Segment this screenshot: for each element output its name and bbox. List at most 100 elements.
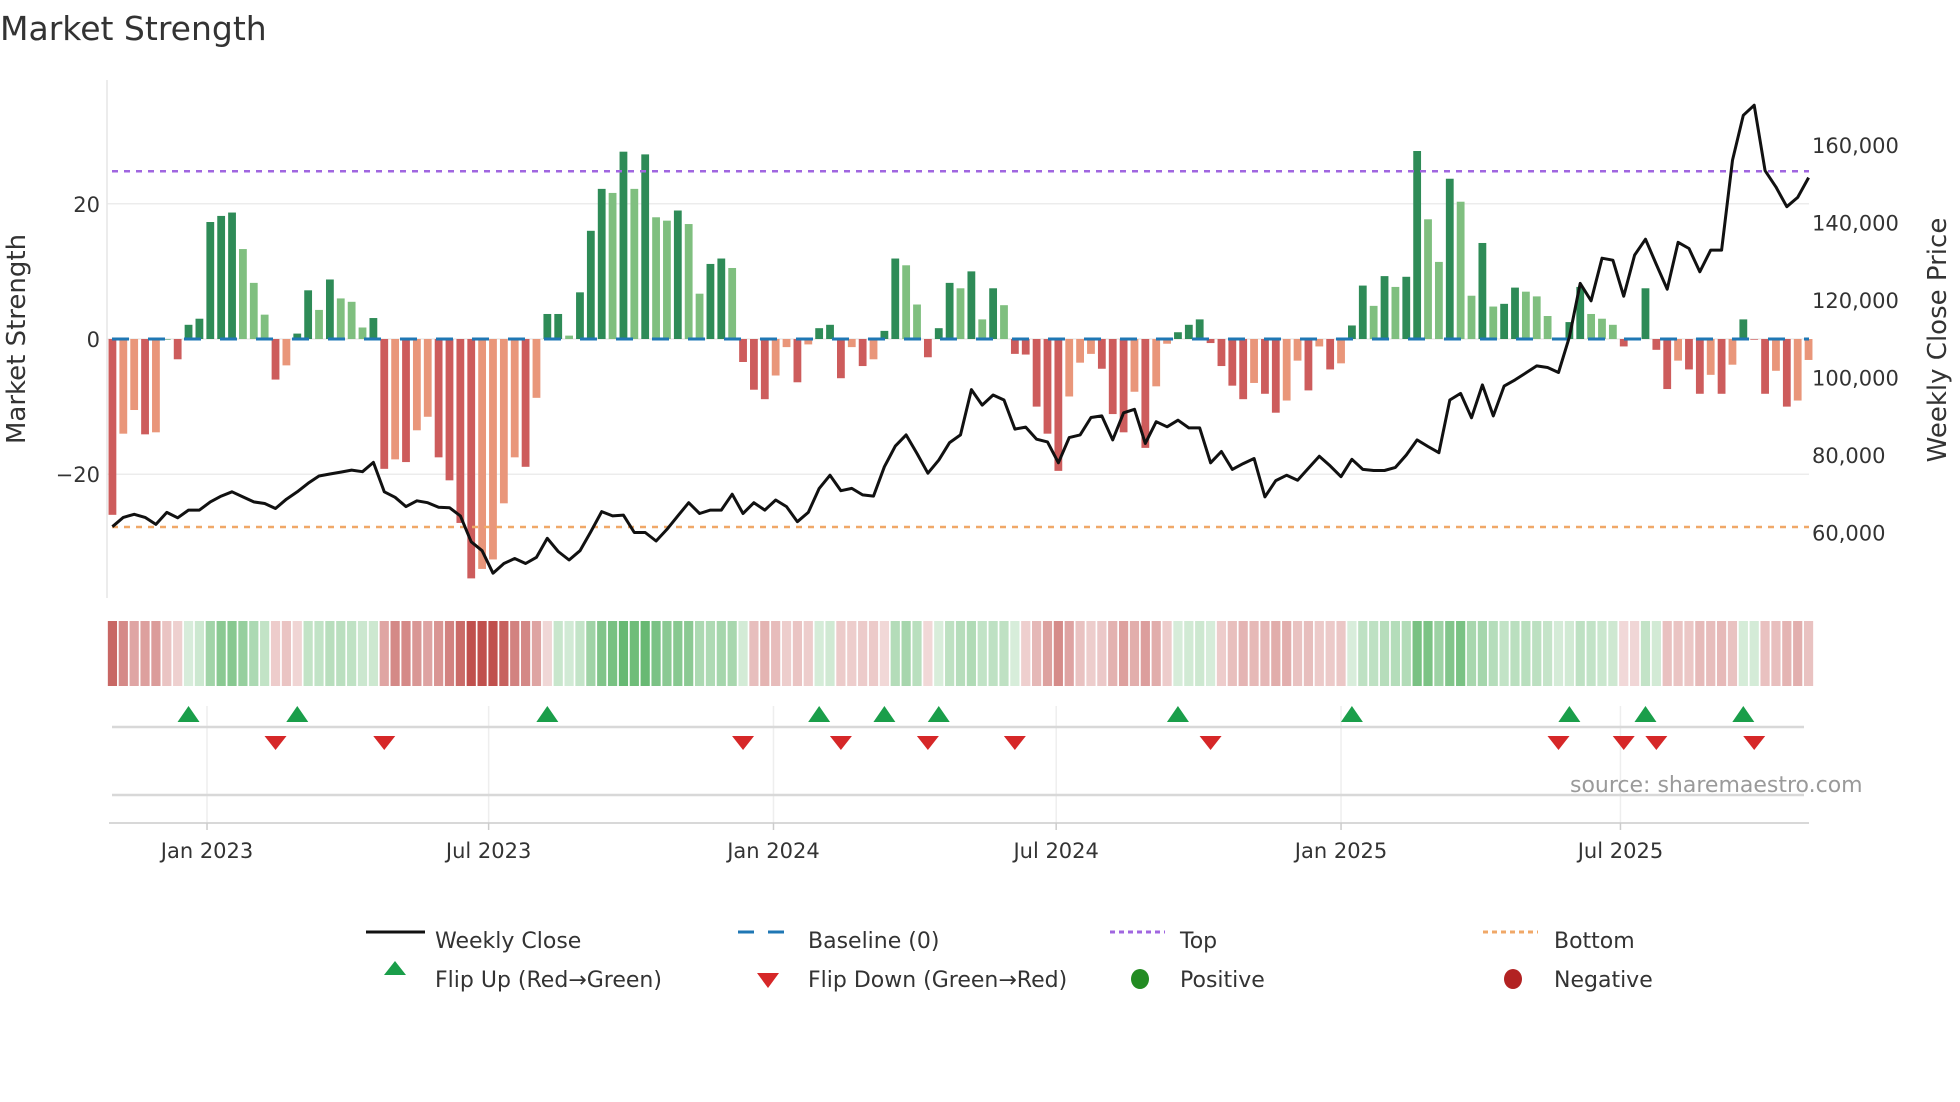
source-watermark: source: sharemaestro.com [1570, 773, 1863, 798]
strip-cell [444, 621, 455, 686]
negative-strength-bar [1293, 339, 1302, 361]
strip-cell [1118, 621, 1129, 686]
flip-up-marker-icon [177, 706, 200, 722]
negative-strength-bar [532, 339, 541, 398]
flip-up-marker-icon [1558, 706, 1581, 722]
strip-cell [988, 621, 998, 686]
flip-up-marker-icon [1634, 706, 1657, 722]
negative-strength-bar [1695, 339, 1704, 394]
positive-strength-bar [347, 301, 356, 339]
flip-up-marker-icon [1340, 706, 1363, 722]
negative-strength-bar [750, 339, 758, 390]
right-tick-label: 100,000 [1812, 367, 1899, 391]
circle-icon [1504, 969, 1522, 989]
positive-strength-bar [217, 215, 226, 339]
strip-cell [923, 621, 933, 686]
flip-up-marker-icon [286, 706, 309, 722]
strip-cell [1195, 621, 1205, 686]
strip-cell [1716, 621, 1727, 686]
flip-up-marker-icon [873, 706, 896, 722]
strip-cell [1347, 621, 1357, 686]
positive-strength-bar [369, 318, 378, 339]
positive-strength-bar [1184, 324, 1193, 339]
strip-cell [1499, 621, 1509, 686]
negative-strength-bar [1685, 339, 1693, 370]
strip-cell [1466, 621, 1477, 686]
strip-cell [390, 621, 400, 686]
strip-cell [716, 621, 726, 686]
strip-cell [803, 621, 813, 686]
strip-cell [1771, 621, 1781, 686]
negative-strength-bar [141, 339, 149, 435]
strip-cell [760, 621, 770, 686]
negative-strength-bar [412, 339, 421, 431]
positive-strength-bar [717, 258, 726, 339]
positive-strength-bar [1456, 201, 1465, 339]
negative-strength-bar [793, 339, 802, 383]
flip-down-marker-icon [916, 736, 939, 750]
positive-strength-bar [195, 318, 204, 339]
strip-cell [1227, 621, 1237, 686]
legend-label: Positive [1180, 968, 1265, 993]
negative-strength-bar [1043, 339, 1052, 434]
strip-cell [1445, 621, 1455, 686]
strip-cell [564, 621, 574, 686]
strip-cell [1749, 621, 1759, 686]
positive-strength-bar [260, 314, 269, 339]
strip-cell [531, 621, 542, 686]
positive-strength-bar [1380, 276, 1389, 339]
lower-panels [109, 706, 1809, 824]
positive-strength-bar [695, 293, 704, 339]
strip-cell [499, 621, 509, 686]
negative-strength-bar [1652, 339, 1661, 350]
left-tick-label: 0 [87, 328, 100, 352]
negative-strength-bar [434, 339, 443, 458]
negative-strength-bar [510, 339, 519, 458]
strip-cell [1586, 621, 1596, 686]
market-strength-chart: Market Strength 20 0 −20 60,000 80,000 100,0… [0, 9, 1953, 993]
strip-cell [575, 621, 585, 686]
x-tick-label: Jan 2025 [1293, 839, 1388, 863]
strip-cell [771, 621, 781, 686]
strip-cell [868, 621, 879, 686]
positive-strength-bar [728, 267, 737, 339]
positive-strength-bar [1532, 296, 1541, 339]
strip-cell [1597, 621, 1607, 686]
strip-cell [1086, 621, 1096, 686]
positive-strength-bar [586, 230, 595, 339]
strip-cell [488, 621, 498, 686]
positive-strength-bar [206, 222, 215, 339]
strip-cell [1803, 621, 1814, 686]
strip-cell [694, 621, 705, 686]
legend-label: Bottom [1554, 929, 1635, 954]
strip-cell [1695, 621, 1705, 686]
flip-down-marker-icon [1199, 736, 1222, 750]
strip-cell [379, 621, 389, 686]
strip-cell [455, 621, 465, 686]
negative-strength-bar [1076, 339, 1084, 363]
positive-strength-bar [902, 265, 911, 339]
negative-strength-bar [1087, 339, 1095, 354]
positive-strength-bar [1413, 151, 1422, 339]
flip-down-marker-icon [1612, 736, 1635, 750]
positive-strength-bar [1521, 291, 1530, 339]
negative-strength-bar [782, 339, 791, 348]
strip-cell [966, 621, 976, 686]
positive-strength-bar [239, 249, 247, 339]
strip-cell [738, 621, 748, 686]
strip-cell [553, 621, 563, 686]
strip-cell [1336, 621, 1346, 686]
left-tick-label: 20 [73, 193, 100, 217]
strip-cell [640, 621, 650, 686]
strip-cell [890, 621, 900, 686]
positive-strength-bar [1500, 303, 1509, 339]
strip-cell [1303, 621, 1314, 686]
x-tick-label: Jul 2023 [444, 839, 531, 863]
positive-strength-bar [913, 304, 921, 339]
strip-cell [292, 621, 302, 686]
strip-cell [1173, 621, 1183, 686]
strip-cell [1075, 621, 1085, 686]
strip-cell [1140, 621, 1150, 686]
negative-strength-bar [478, 339, 487, 569]
negative-strength-bar [489, 339, 497, 560]
